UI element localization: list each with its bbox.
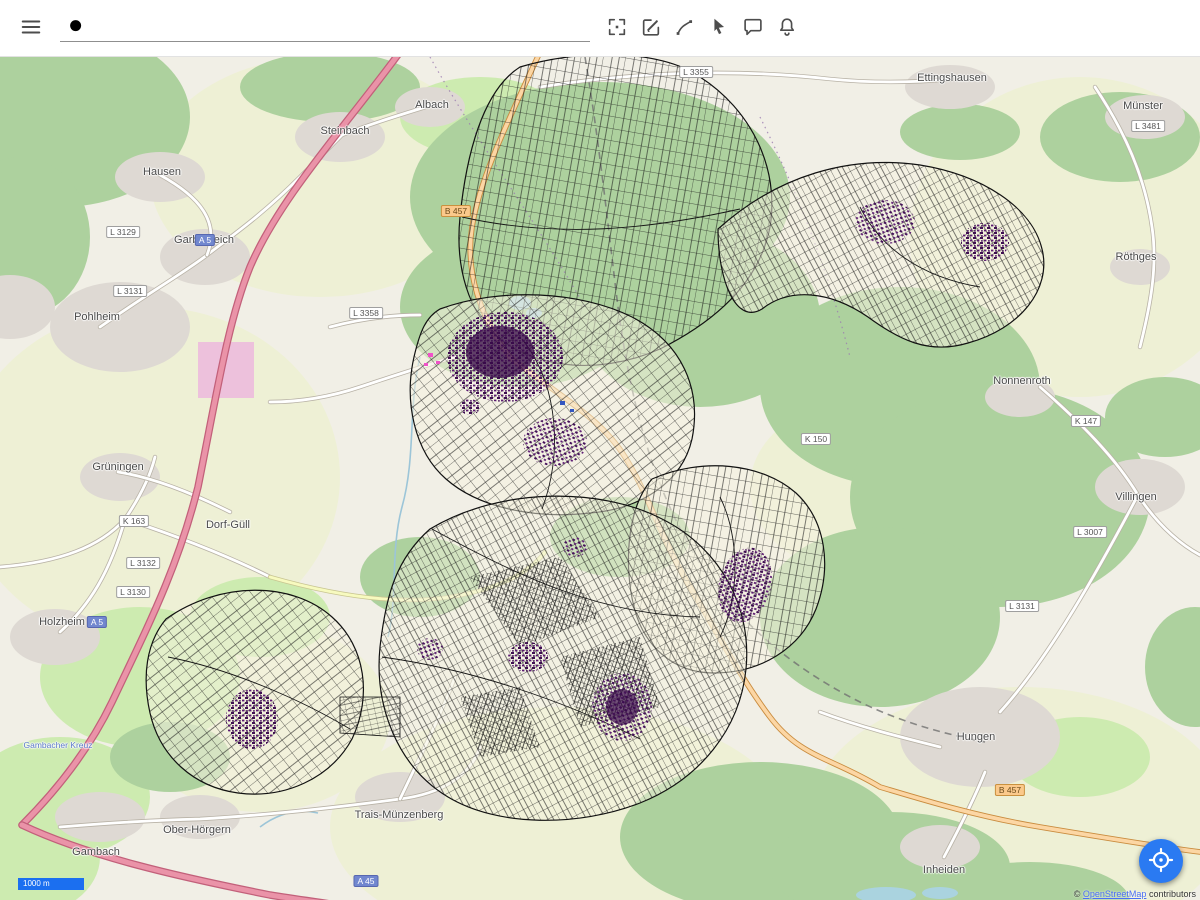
- edit-button[interactable]: [634, 11, 668, 47]
- map-container: AlbachSteinbachHausenGarbenteichPohlheim…: [0, 57, 1200, 900]
- gps-crosshair-icon: [1148, 847, 1174, 876]
- edit-icon: [640, 16, 662, 41]
- bell-button[interactable]: [770, 11, 804, 47]
- draw-line-button[interactable]: [668, 11, 702, 47]
- search-input[interactable]: [60, 12, 590, 42]
- draw-line-icon: [674, 16, 696, 41]
- comment-icon: [742, 16, 764, 41]
- toolbar-actions: [600, 0, 804, 57]
- scale-bar: 1000 m: [18, 878, 84, 890]
- bell-icon: [776, 16, 798, 41]
- locate-fab[interactable]: [1139, 839, 1183, 883]
- comment-button[interactable]: [736, 11, 770, 47]
- toolbar: [0, 0, 1200, 57]
- map-attribution: © OpenStreetMap contributors: [1074, 889, 1196, 899]
- search-bar: [60, 12, 590, 44]
- menu-button[interactable]: [14, 10, 48, 46]
- attribution-prefix: ©: [1074, 889, 1081, 899]
- menu-icon: [20, 16, 42, 41]
- pointer-icon: [708, 16, 730, 41]
- map-canvas[interactable]: [0, 57, 1200, 900]
- attribution-suffix: contributors: [1149, 889, 1196, 899]
- center-screen-button[interactable]: [600, 11, 634, 47]
- center-screen-icon: [606, 16, 628, 41]
- pointer-button[interactable]: [702, 11, 736, 47]
- osm-attribution-link[interactable]: OpenStreetMap: [1083, 889, 1147, 899]
